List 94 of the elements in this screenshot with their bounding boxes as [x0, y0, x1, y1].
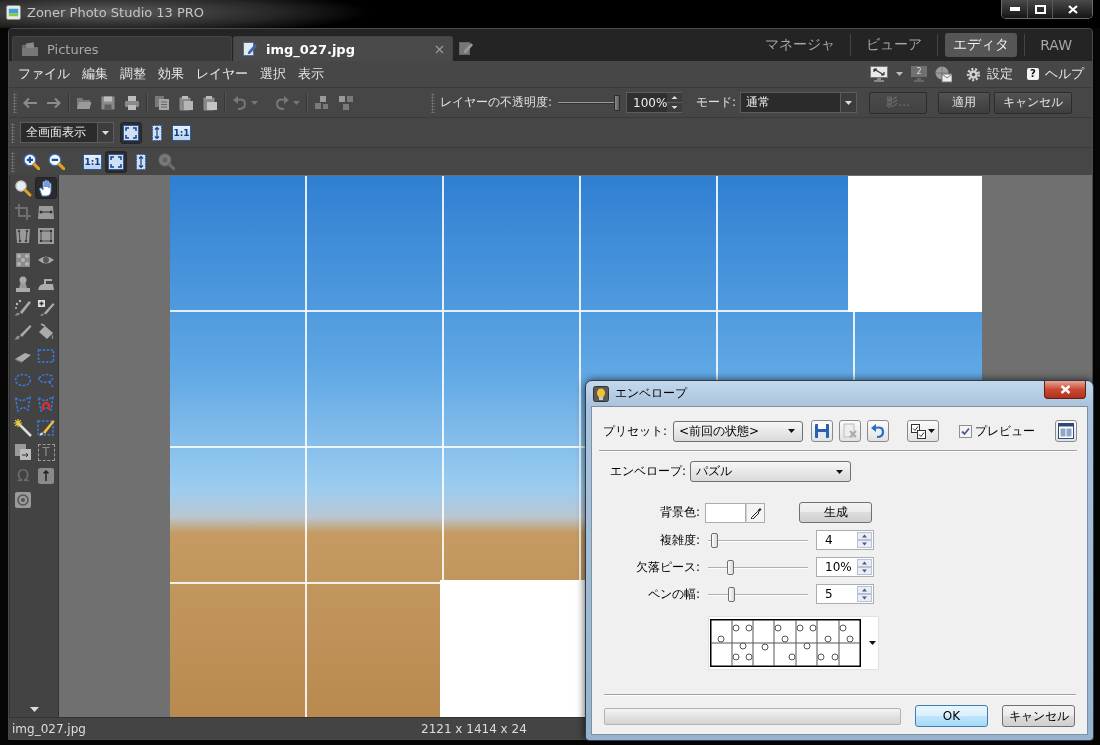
caret-icon[interactable]	[869, 641, 876, 645]
eyedropper-icon[interactable]	[749, 506, 762, 519]
parameter-field[interactable]: 4	[816, 530, 874, 550]
settings-button[interactable]: 設定	[966, 65, 1013, 83]
monitor-icon[interactable]	[870, 66, 888, 82]
status-filename: img_027.jpg	[11, 721, 87, 736]
mode-tab[interactable]: RAW	[1032, 34, 1080, 56]
options-button[interactable]	[907, 420, 940, 442]
maximize-icon[interactable]	[1034, 4, 1046, 14]
toolbar-grip[interactable]	[11, 151, 15, 172]
caret-icon[interactable]	[845, 100, 853, 105]
color-swatch[interactable]	[705, 502, 746, 523]
gear-icon[interactable]	[966, 66, 981, 82]
slider-thumb[interactable]	[726, 559, 734, 575]
printer-icon[interactable]	[124, 94, 140, 111]
envelope-label: エンベロープ:	[610, 463, 687, 480]
checkboxes-icon[interactable]	[911, 423, 927, 439]
copy-icon[interactable]	[154, 94, 170, 111]
parameter-label: 欠落ピース:	[634, 558, 701, 576]
mode-tab[interactable]: エディタ	[945, 33, 1018, 57]
menu-item[interactable]: 表示	[292, 63, 330, 85]
caret-icon[interactable]	[788, 429, 796, 433]
background-color-label: 背景色:	[658, 504, 701, 521]
mode-label: モード:	[696, 94, 737, 111]
folder-icon	[21, 41, 39, 57]
actual-size-button[interactable]: 1:1	[83, 153, 102, 170]
document-tab[interactable]: img_027.jpg	[233, 36, 453, 61]
spin-arrows-icon[interactable]	[857, 586, 872, 602]
toolbar-grip[interactable]	[431, 92, 435, 113]
preset-label: プリセット:	[603, 422, 668, 440]
squares-arrows-icon[interactable]	[338, 94, 354, 111]
eyedropper-button[interactable]	[746, 502, 765, 523]
clipboard-icon[interactable]	[178, 94, 194, 111]
menu-item[interactable]: 選択	[254, 63, 292, 85]
dialog-button[interactable]: キャンセル	[1002, 705, 1075, 727]
menu-item[interactable]: レイヤー	[190, 63, 254, 85]
dialog-close-button[interactable]	[1044, 381, 1086, 399]
slider-thumb[interactable]	[710, 532, 718, 548]
toolbar-grip[interactable]	[11, 122, 15, 143]
bulb-icon	[593, 385, 609, 402]
caret-icon[interactable]	[836, 469, 844, 474]
status-dimensions: 2121 x 1414 x 24	[421, 721, 527, 736]
close-tab-icon[interactable]	[435, 44, 444, 54]
pattern-dropdown[interactable]	[708, 616, 879, 670]
help-icon[interactable]: ?	[1027, 68, 1039, 80]
preset-dropdown[interactable]: <前回の状態>	[673, 420, 804, 442]
toolbar-button[interactable]: キャンセル	[994, 91, 1073, 114]
preview-label[interactable]: プレビュー	[975, 422, 1035, 440]
spin-arrows-icon[interactable]	[667, 93, 683, 112]
mode-tab[interactable]: マネージャ	[757, 33, 844, 57]
spin-arrows-icon[interactable]	[857, 559, 872, 575]
toolbar-grip[interactable]	[13, 92, 17, 113]
opacity-label: レイヤーの不透明度:	[440, 94, 553, 111]
slider-thumb[interactable]	[728, 586, 736, 602]
minimize-icon[interactable]	[1009, 7, 1020, 11]
app-icon	[6, 5, 21, 20]
save-icon[interactable]	[100, 94, 116, 111]
toolbar-button[interactable]: 適用	[938, 91, 991, 114]
parameter-label: 複雑度:	[658, 531, 701, 549]
menu-item[interactable]: ファイル	[12, 63, 76, 85]
help-button[interactable]: ? ヘルプ	[1027, 65, 1084, 83]
menu-item[interactable]: 調整	[114, 63, 152, 85]
clipboard-icon[interactable]	[202, 94, 218, 111]
caret-icon[interactable]	[928, 429, 936, 433]
close-icon[interactable]	[1067, 4, 1078, 14]
close-button[interactable]	[1052, 0, 1092, 18]
actual-size-button[interactable]: 1:1	[172, 124, 191, 141]
window-title: Zoner Photo Studio 13 PRO	[27, 5, 205, 21]
minimize-button[interactable]	[1002, 0, 1027, 18]
scroll-down-icon[interactable]	[29, 707, 39, 712]
parameter-field[interactable]: 5	[816, 584, 874, 604]
envelope-dropdown[interactable]: パズル	[690, 461, 852, 482]
spin-arrows-icon[interactable]	[857, 532, 872, 548]
document-tab[interactable]: Pictures	[12, 36, 232, 61]
caret-icon[interactable]	[102, 130, 109, 135]
parameter-field[interactable]: 10%	[816, 557, 874, 577]
monitor-icon[interactable]: 2	[911, 66, 927, 82]
parameter-label: ペンの幅:	[646, 585, 701, 603]
dialog-title: エンベロープ	[615, 385, 687, 402]
slider-thumb[interactable]	[614, 94, 621, 111]
mode-tab[interactable]: ビューア	[858, 33, 931, 57]
preview-checkbox[interactable]	[959, 424, 972, 438]
new-tab-icon[interactable]	[458, 40, 474, 56]
menu-item[interactable]: 編集	[76, 63, 114, 85]
zoom-dropdown[interactable]: 全画面表示	[20, 122, 114, 143]
maximize-button[interactable]	[1027, 0, 1052, 18]
dialog-button[interactable]: OK	[915, 705, 988, 727]
squares-arrows-icon[interactable]	[314, 94, 330, 111]
globe-mail-icon[interactable]	[935, 65, 952, 83]
mode-dropdown[interactable]: 通常	[740, 92, 858, 113]
generate-button[interactable]: 生成	[799, 502, 872, 523]
opacity-field[interactable]: 100%	[626, 92, 683, 113]
edit-document-icon	[242, 41, 258, 57]
menu-item[interactable]: 効果	[152, 63, 190, 85]
